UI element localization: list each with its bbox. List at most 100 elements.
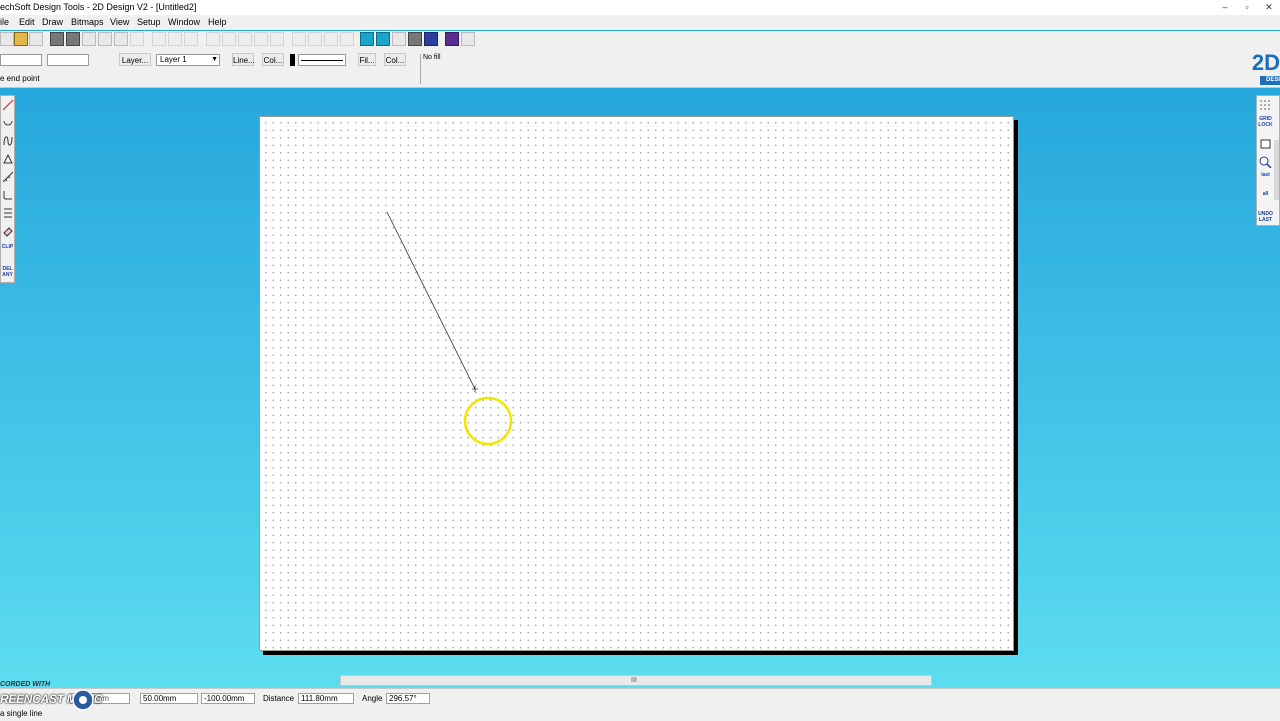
polygon-tool-icon[interactable] bbox=[2, 153, 14, 165]
hatch-tool-icon[interactable] bbox=[2, 207, 14, 219]
line-tool-icon[interactable] bbox=[2, 99, 14, 111]
dimension-tool-icon[interactable] bbox=[2, 171, 14, 183]
curve-tool-icon[interactable] bbox=[2, 135, 14, 147]
fill-button[interactable]: Fil... bbox=[358, 53, 376, 66]
fillet-tool-icon[interactable] bbox=[2, 189, 14, 201]
line-color-swatch bbox=[290, 54, 295, 66]
del-any-button[interactable]: DEL ANY bbox=[1, 266, 14, 278]
arc-tool-icon[interactable] bbox=[2, 117, 14, 129]
stretch-icon[interactable] bbox=[340, 32, 354, 46]
line-style-sample bbox=[301, 60, 343, 61]
menu-view[interactable]: View bbox=[110, 17, 129, 27]
align-icon[interactable] bbox=[238, 32, 252, 46]
status-bar: -50.00mm 50.00mm -100.00mm Distance 111.… bbox=[0, 688, 1280, 721]
rotate-icon[interactable] bbox=[292, 32, 306, 46]
print-icon[interactable] bbox=[50, 32, 64, 46]
line-color-button[interactable]: Col... bbox=[262, 53, 284, 66]
grid-lock-button[interactable]: GRID LOCK bbox=[1258, 116, 1273, 128]
y-coordinate-field: 50.00mm bbox=[140, 693, 198, 704]
status-hint: a single line bbox=[0, 709, 43, 718]
logo-mark: 2D bbox=[1251, 50, 1280, 75]
menu-file[interactable]: ile bbox=[0, 17, 9, 27]
text-icon[interactable] bbox=[114, 32, 128, 46]
crosshair-cursor-icon bbox=[472, 386, 478, 392]
dimension-icon[interactable] bbox=[376, 32, 390, 46]
title-bar: echSoft Design Tools - 2D Design V2 - [U… bbox=[0, 0, 1280, 16]
scroll-grip[interactable]: III bbox=[631, 677, 637, 685]
z-coordinate-field: -100.00mm bbox=[201, 693, 255, 704]
screencast-logo-icon bbox=[72, 689, 94, 711]
copy-icon[interactable] bbox=[168, 32, 182, 46]
distance-value: 111.80mm bbox=[298, 693, 354, 704]
scale-icon[interactable] bbox=[324, 32, 338, 46]
globe-icon[interactable] bbox=[424, 32, 438, 46]
menu-draw[interactable]: Draw bbox=[42, 17, 63, 27]
eraser-tool-icon[interactable] bbox=[2, 225, 14, 237]
line-button[interactable]: Line... bbox=[232, 53, 255, 66]
save-icon[interactable] bbox=[29, 32, 43, 46]
grid-icon[interactable] bbox=[1259, 99, 1272, 111]
menu-bar: ile Edit Draw Bitmaps View Setup Window … bbox=[0, 15, 1280, 30]
drawing-canvas[interactable] bbox=[260, 117, 1013, 650]
angle-value: 296.57° bbox=[386, 693, 430, 704]
zoom-in-icon[interactable] bbox=[1259, 156, 1272, 168]
layer-select[interactable]: Layer 1 ▼ bbox=[156, 54, 220, 66]
line-style-preview[interactable] bbox=[298, 54, 346, 66]
main-toolbar bbox=[0, 31, 1280, 49]
layer-select-value: Layer 1 bbox=[160, 55, 187, 64]
app-logo: 2D DESI bbox=[1252, 52, 1280, 86]
distribute-icon[interactable] bbox=[254, 32, 268, 46]
export-icon[interactable] bbox=[98, 32, 112, 46]
horizontal-scrollbar[interactable]: III bbox=[340, 675, 932, 686]
cut-icon[interactable] bbox=[152, 32, 166, 46]
clip-button[interactable]: CLIP bbox=[1, 244, 14, 250]
chevron-down-icon: ▼ bbox=[211, 56, 218, 63]
new-icon[interactable] bbox=[0, 32, 14, 46]
logo-sub: DESI bbox=[1260, 76, 1280, 85]
distance-label: Distance bbox=[263, 694, 295, 703]
window-controls: – ▫ ✕ bbox=[1214, 0, 1280, 15]
center-icon[interactable] bbox=[270, 32, 284, 46]
menu-bitmaps[interactable]: Bitmaps bbox=[71, 17, 104, 27]
zoom-last-button[interactable]: last bbox=[1258, 172, 1273, 178]
watermark-recorded-with: CORDED WITH bbox=[0, 681, 51, 688]
paste-icon[interactable] bbox=[184, 32, 198, 46]
printer-icon[interactable] bbox=[408, 32, 422, 46]
ungroup-icon[interactable] bbox=[222, 32, 236, 46]
print-setup-icon[interactable] bbox=[66, 32, 80, 46]
drawn-line[interactable] bbox=[386, 211, 476, 390]
drawing-sheet[interactable] bbox=[259, 116, 1014, 651]
size-field[interactable] bbox=[47, 54, 89, 66]
open-folder-icon[interactable] bbox=[14, 32, 28, 46]
copy-page-icon[interactable] bbox=[82, 32, 96, 46]
page-view-icon[interactable] bbox=[360, 32, 374, 46]
style-field[interactable] bbox=[0, 54, 42, 66]
properties-toolbar: Layer... Layer 1 ▼ Line... Col... Fil...… bbox=[0, 49, 1280, 88]
left-toolbox: CLIP DEL ANY bbox=[0, 95, 15, 283]
prompt-hint: e end point bbox=[0, 74, 40, 83]
right-toolbox-edge bbox=[1274, 140, 1279, 200]
mirror-icon[interactable] bbox=[308, 32, 322, 46]
measure-icon[interactable] bbox=[392, 32, 406, 46]
menu-setup[interactable]: Setup bbox=[137, 17, 161, 27]
layer-button[interactable]: Layer... bbox=[119, 53, 151, 66]
minimize-button[interactable]: – bbox=[1214, 0, 1236, 15]
group-icon[interactable] bbox=[206, 32, 220, 46]
menu-help[interactable]: Help bbox=[208, 17, 227, 27]
menu-window[interactable]: Window bbox=[168, 17, 200, 27]
help-icon[interactable] bbox=[461, 32, 475, 46]
maximize-button[interactable]: ▫ bbox=[1236, 0, 1258, 15]
cursor-highlight-circle bbox=[463, 396, 513, 446]
zoom-all-button[interactable]: all bbox=[1258, 191, 1273, 197]
angle-label: Angle bbox=[362, 694, 383, 703]
fill-value: No fill bbox=[420, 54, 452, 84]
fill-color-button[interactable]: Col... bbox=[384, 53, 406, 66]
window-title: echSoft Design Tools - 2D Design V2 - [U… bbox=[0, 2, 197, 12]
right-toolbox: GRID LOCK last all UNDO LAST bbox=[1256, 95, 1280, 226]
zoom-page-icon[interactable] bbox=[1259, 138, 1272, 150]
undo-last-button[interactable]: UNDO LAST bbox=[1258, 211, 1273, 223]
context-help-icon[interactable] bbox=[445, 32, 459, 46]
menu-edit[interactable]: Edit bbox=[19, 17, 35, 27]
text-edit-icon[interactable] bbox=[130, 32, 144, 46]
close-button[interactable]: ✕ bbox=[1258, 0, 1280, 15]
